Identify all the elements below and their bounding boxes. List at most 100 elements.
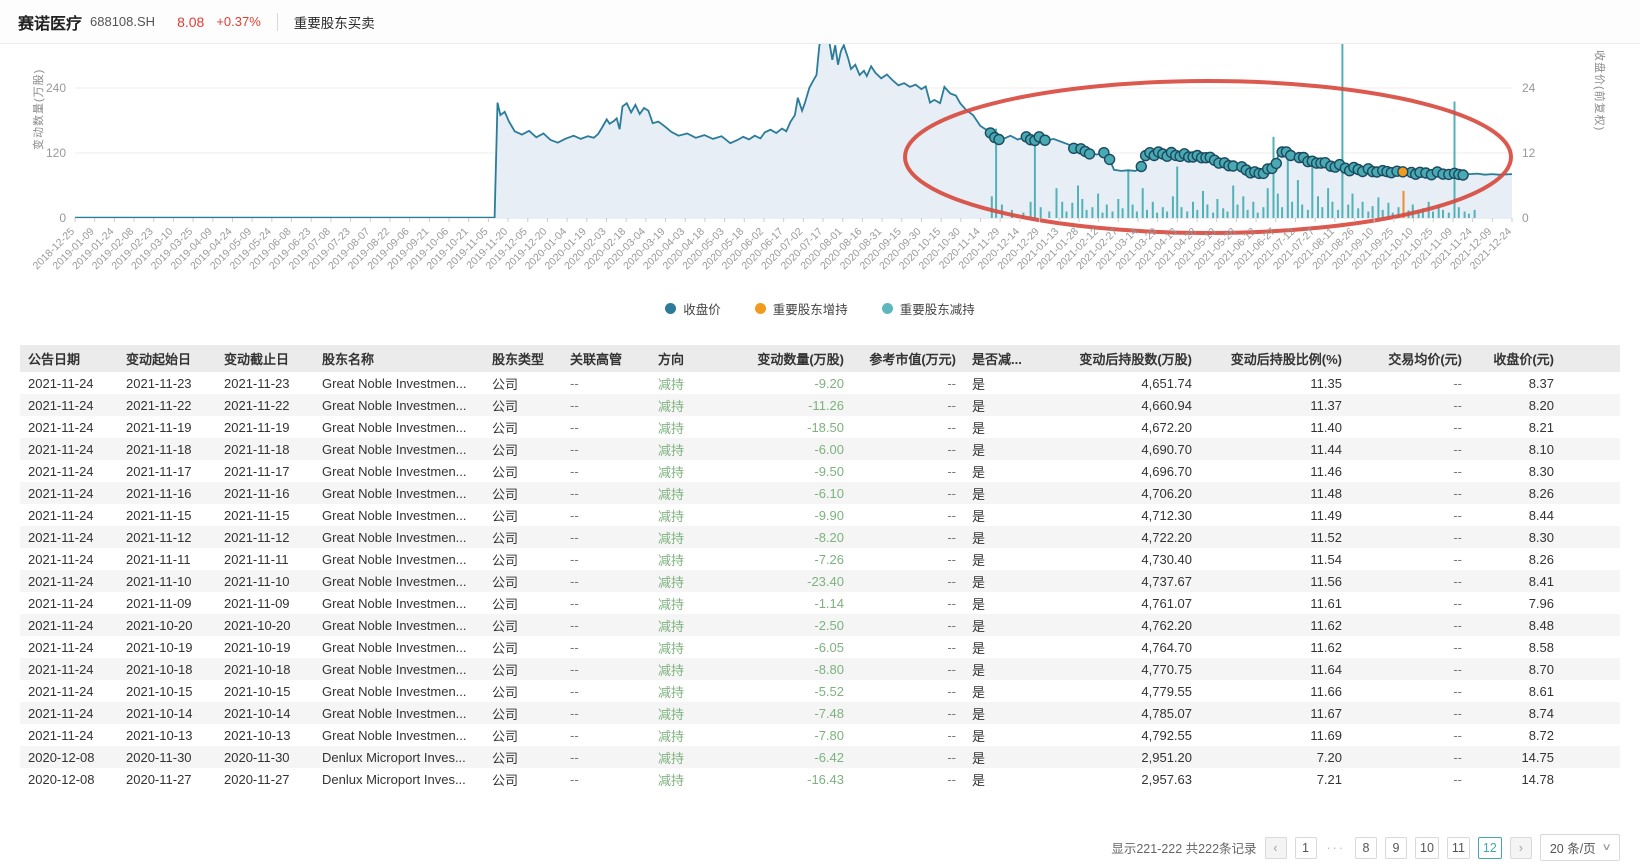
decrease-bar xyxy=(1362,202,1364,218)
table-cell: 2020-11-27 xyxy=(216,768,314,790)
table-cell: -- xyxy=(1350,680,1470,702)
decrease-bar xyxy=(1227,212,1229,219)
table-cell: Great Noble Investmen... xyxy=(314,724,484,746)
table-cell: -- xyxy=(562,658,650,680)
decrease-bar xyxy=(1206,205,1208,219)
table-row: 2020-12-082020-11-302020-11-30Denlux Mic… xyxy=(20,746,1620,768)
decrease-bar xyxy=(1281,207,1283,218)
decrease-bar xyxy=(1442,210,1444,218)
table-cell: 减持 xyxy=(650,504,736,526)
pagination-next-button[interactable]: › xyxy=(1510,837,1532,859)
table-cell: -- xyxy=(852,768,964,790)
table-cell: -- xyxy=(1350,460,1470,482)
table-cell: 4,785.07 xyxy=(1036,702,1200,724)
table-cell: 2021-11-12 xyxy=(118,526,216,548)
table-cell: 11.46 xyxy=(1200,460,1350,482)
legend-item-收盘价[interactable]: 收盘价 xyxy=(665,299,721,318)
table-cell: 2021-11-24 xyxy=(20,548,118,570)
decrease-bar xyxy=(1142,188,1144,218)
table-cell: 4,660.94 xyxy=(1036,394,1200,416)
decrease-marker xyxy=(1105,154,1115,164)
holder-trades-table: 公告日期变动起始日变动截止日股东名称股东类型关联高管方向变动数量(万股)参考市值… xyxy=(20,345,1620,790)
table-cell: -- xyxy=(1350,416,1470,438)
table-cell: 2021-10-13 xyxy=(216,724,314,746)
table-cell: -- xyxy=(562,614,650,636)
table-cell: -- xyxy=(852,416,964,438)
table-cell: 是 xyxy=(964,768,1036,790)
table-cell: 2,951.20 xyxy=(1036,746,1200,768)
decrease-bar xyxy=(1252,202,1254,218)
table-cell xyxy=(1562,460,1620,482)
table-cell: 是 xyxy=(964,482,1036,504)
table-cell: 2021-11-09 xyxy=(216,592,314,614)
legend-item-重要股东减持[interactable]: 重要股东减持 xyxy=(882,299,975,318)
table-cell: -- xyxy=(1350,592,1470,614)
table-cell: 7.20 xyxy=(1200,746,1350,768)
pagination-page-11[interactable]: 11 xyxy=(1447,837,1470,859)
decrease-bar xyxy=(1071,203,1073,218)
table-row: 2021-11-242021-10-182021-10-18Great Nobl… xyxy=(20,658,1620,680)
legend-item-重要股东增持[interactable]: 重要股东增持 xyxy=(755,299,848,318)
decrease-bar xyxy=(1162,207,1164,218)
table-cell: -- xyxy=(852,724,964,746)
column-header-关联高管: 关联高管 xyxy=(562,345,650,372)
price-area xyxy=(75,44,1512,218)
table-cell xyxy=(1562,614,1620,636)
decrease-bar xyxy=(1136,212,1138,219)
table-cell: -1.14 xyxy=(736,592,852,614)
holder-trades-table-wrap: 公告日期变动起始日变动截止日股东名称股东类型关联高管方向变动数量(万股)参考市值… xyxy=(20,345,1620,790)
table-cell: -- xyxy=(562,438,650,460)
table-cell: 减持 xyxy=(650,724,736,746)
decrease-bar xyxy=(1337,210,1339,218)
table-cell: 2021-10-20 xyxy=(216,614,314,636)
pagination-page-1[interactable]: 1 xyxy=(1295,837,1317,859)
table-cell xyxy=(1562,482,1620,504)
pagination-page-12[interactable]: 12 xyxy=(1478,837,1502,859)
decrease-bar xyxy=(1291,202,1293,218)
table-cell: 2021-11-24 xyxy=(20,570,118,592)
decrease-bar xyxy=(1077,186,1079,219)
table-cell: 公司 xyxy=(484,394,562,416)
table-cell: Great Noble Investmen... xyxy=(314,658,484,680)
pagination-page-8[interactable]: 8 xyxy=(1355,837,1377,859)
pagination-ellipsis: ··· xyxy=(1325,841,1348,855)
table-cell: 8.72 xyxy=(1470,724,1562,746)
table-cell: 8.61 xyxy=(1470,680,1562,702)
table-cell: 减持 xyxy=(650,702,736,724)
table-row: 2021-11-242021-10-202021-10-20Great Nobl… xyxy=(20,614,1620,636)
table-row: 2021-11-242021-11-152021-11-15Great Nobl… xyxy=(20,504,1620,526)
page-size-select[interactable]: 20 条/页 ∨ xyxy=(1540,834,1620,861)
tab-important-holder-trades[interactable]: 重要股东买卖 xyxy=(294,12,375,32)
table-cell: 2021-11-24 xyxy=(20,482,118,504)
table-cell: Great Noble Investmen... xyxy=(314,592,484,614)
column-header-参考市值(万元): 参考市值(万元) xyxy=(852,345,964,372)
legend-dot-icon xyxy=(882,303,893,314)
table-cell xyxy=(1562,680,1620,702)
table-cell: 4,706.20 xyxy=(1036,482,1200,504)
legend-dot-icon xyxy=(665,303,676,314)
table-cell: 公司 xyxy=(484,438,562,460)
stock-price: 8.08 xyxy=(177,14,204,30)
decrease-bar xyxy=(1132,205,1134,219)
table-cell: 减持 xyxy=(650,438,736,460)
table-cell: Denlux Microport Inves... xyxy=(314,768,484,790)
table-cell: 公司 xyxy=(484,526,562,548)
table-cell: 8.44 xyxy=(1470,504,1562,526)
table-cell: -- xyxy=(562,592,650,614)
table-cell: 2,957.63 xyxy=(1036,768,1200,790)
table-cell: -- xyxy=(1350,548,1470,570)
pagination-bar: 显示221-222 共222条记录 ‹ 1···89101112 › 20 条/… xyxy=(1111,834,1620,861)
table-cell xyxy=(1562,768,1620,790)
column-header-收盘价(元): 收盘价(元) xyxy=(1470,345,1562,372)
table-cell: 2020-11-30 xyxy=(216,746,314,768)
pagination-prev-button[interactable]: ‹ xyxy=(1265,837,1287,859)
decrease-bar xyxy=(1387,203,1389,218)
pagination-page-10[interactable]: 10 xyxy=(1415,837,1439,859)
decrease-bar xyxy=(1166,212,1168,219)
table-cell: 是 xyxy=(964,680,1036,702)
table-cell: -6.05 xyxy=(736,636,852,658)
table-cell: -- xyxy=(1350,636,1470,658)
table-cell: -- xyxy=(852,372,964,394)
table-row: 2021-11-242021-11-172021-11-17Great Nobl… xyxy=(20,460,1620,482)
pagination-page-9[interactable]: 9 xyxy=(1385,837,1407,859)
